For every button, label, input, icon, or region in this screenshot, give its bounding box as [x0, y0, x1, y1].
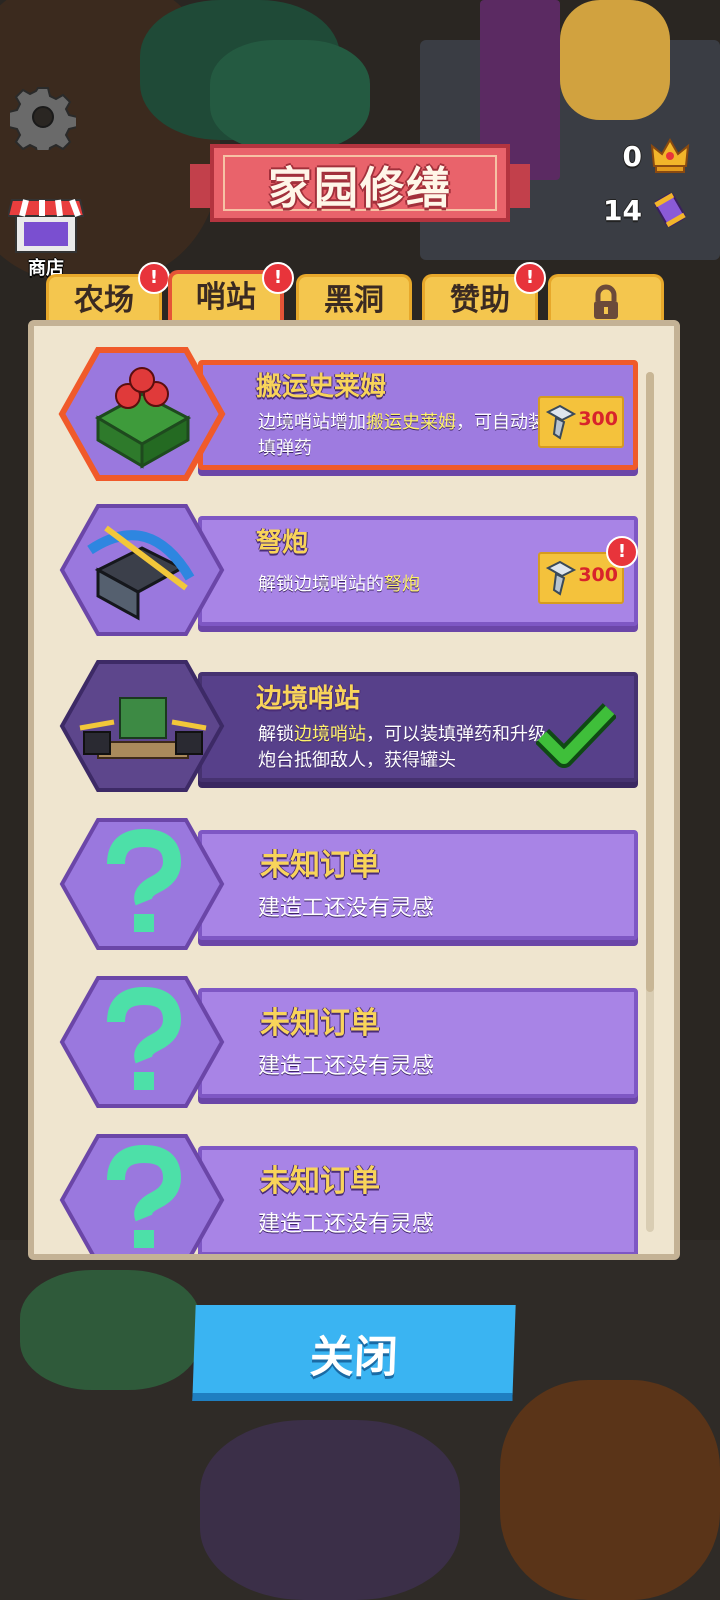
settings-gear-icon[interactable]	[8, 84, 78, 157]
item-name: 搬运史莱姆	[256, 372, 387, 402]
tab-black-hole-label: 黑洞	[324, 283, 384, 318]
tab-outpost-label: 哨站	[196, 280, 256, 315]
tab-black-hole[interactable]: 黑洞	[296, 274, 412, 326]
tab-sponsor-label: 赞助	[450, 283, 510, 318]
shop-stall-icon	[6, 198, 86, 253]
upgrade-item-ballista[interactable]: 弩炮 解锁边境哨站的弩炮 300 !	[58, 500, 638, 640]
screw-icon	[545, 404, 577, 440]
buy-price-button[interactable]: 300	[538, 396, 624, 448]
upgrade-item-unknown[interactable]: 未知订单 建造工还没有灵感	[58, 814, 638, 954]
category-tabs: 农场 ! 哨站 ! 黑洞 赞助 !	[46, 262, 676, 328]
item-name: 边境哨站	[256, 684, 361, 714]
item-description: 解锁边境哨站，可以装填弹药和升级炮台抵御敌人，获得罐头	[258, 724, 546, 771]
can-counter: 14	[603, 190, 690, 230]
price-alert-badge: !	[606, 536, 638, 568]
tab-outpost-alert-badge: !	[262, 262, 294, 294]
question-mark-icon	[59, 1134, 225, 1254]
upgrade-item-unknown[interactable]: 未知订单 建造工还没有灵感	[58, 1130, 638, 1254]
upgrade-item-border-outpost[interactable]: 边境哨站 解锁边境哨站，可以装填弹药和升级炮台抵御敌人，获得罐头	[58, 656, 638, 796]
tab-farm-alert-badge: !	[138, 262, 170, 294]
close-button-label: 关闭	[308, 1332, 399, 1383]
upgrade-item-slime-carrier[interactable]: 搬运史莱姆 边境哨站增加搬运史莱姆，可自动装填弹药 300	[58, 344, 638, 484]
tab-farm-label: 农场	[74, 283, 134, 318]
item-description: 建造工还没有灵感	[258, 1212, 435, 1237]
can-icon	[654, 192, 686, 228]
item-name: 未知订单	[260, 1006, 380, 1041]
item-name: 弩炮	[256, 528, 309, 558]
price-amount: 300	[578, 564, 618, 586]
price-amount: 300	[578, 408, 618, 430]
tab-sponsor-alert-badge: !	[514, 262, 546, 294]
item-name: 未知订单	[260, 1164, 380, 1199]
crown-icon	[650, 137, 690, 173]
upgrade-list[interactable]: 搬运史莱姆 边境哨站增加搬运史莱姆，可自动装填弹药 300 弩炮 解锁边境哨站的…	[34, 326, 674, 1254]
upgrade-panel: 搬运史莱姆 边境哨站增加搬运史莱姆，可自动装填弹药 300 弩炮 解锁边境哨站的…	[28, 320, 680, 1260]
question-mark-icon	[59, 818, 225, 950]
completed-check-icon	[536, 703, 616, 768]
item-description: 建造工还没有灵感	[258, 896, 435, 921]
page-title: 家园修缮	[268, 163, 452, 214]
lock-icon	[594, 284, 618, 319]
upgrade-item-unknown[interactable]: 未知订单 建造工还没有灵感	[58, 972, 638, 1112]
close-button[interactable]: 关闭	[192, 1305, 516, 1401]
can-count: 14	[603, 193, 642, 227]
tab-locked[interactable]	[548, 274, 664, 326]
outpost-icon	[59, 660, 225, 792]
item-name: 未知订单	[260, 848, 380, 883]
item-description: 建造工还没有灵感	[258, 1054, 435, 1079]
slime-crate-icon	[58, 347, 226, 481]
screw-icon	[545, 560, 577, 596]
crown-counter: 0	[623, 136, 690, 176]
crown-count: 0	[622, 139, 642, 173]
title-banner: 家园修缮	[190, 142, 530, 232]
question-mark-icon	[59, 976, 225, 1108]
ballista-icon	[59, 504, 225, 636]
item-description: 解锁边境哨站的弩炮	[258, 574, 420, 595]
item-description: 边境哨站增加搬运史莱姆，可自动装填弹药	[258, 412, 546, 459]
